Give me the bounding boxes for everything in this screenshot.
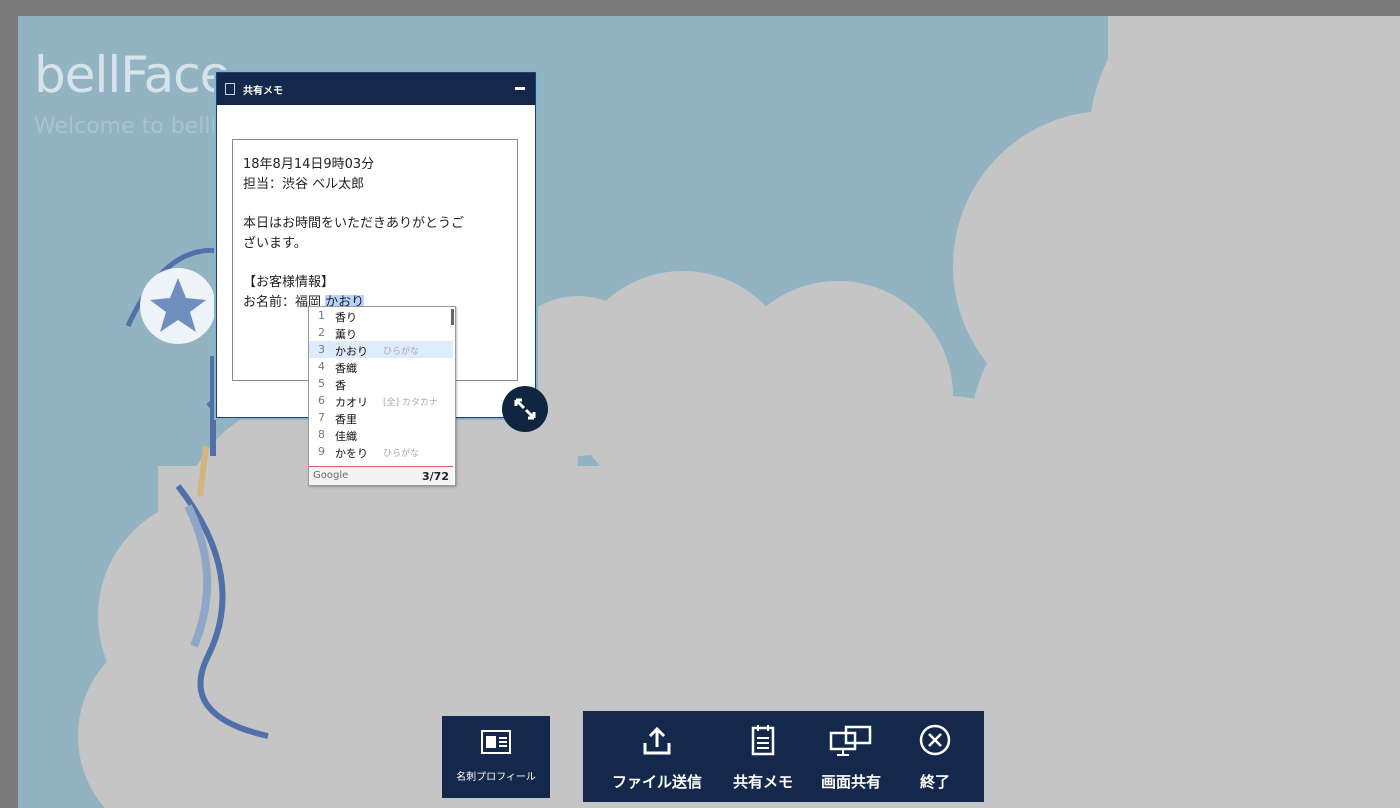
ime-page-indicator: 3/72	[422, 470, 449, 483]
business-card-icon	[481, 730, 511, 754]
brand-logo: bellFace	[34, 46, 230, 104]
upload-icon	[643, 726, 671, 755]
profile-card-button[interactable]: 名刺プロフィール	[442, 716, 550, 798]
shared-memo-label: 共有メモ	[732, 773, 793, 791]
screen-share-label: 画面共有	[820, 773, 881, 791]
ime-candidate[interactable]: 4 香織	[309, 358, 453, 375]
bottom-toolbar: ファイル送信 共有メモ 画面共有 終了	[583, 711, 984, 802]
ime-candidate[interactable]: 1 香り	[309, 307, 453, 324]
ime-candidate[interactable]: 5香	[309, 375, 453, 392]
ime-candidate[interactable]: 7 香里	[309, 409, 453, 426]
ime-scrollbar[interactable]	[451, 309, 454, 325]
ime-candidate[interactable]: 6 カオリ [全] カタカナ	[309, 392, 453, 409]
expand-icon	[514, 398, 536, 420]
memo-line: 【お客様情報】	[243, 275, 335, 290]
ime-candidate[interactable]: 2 薫り	[309, 324, 453, 341]
memo-line: 本日はお時間をいただきありがとうご	[243, 216, 465, 231]
memo-title: 共有メモ	[243, 86, 283, 97]
ime-source: Google	[313, 470, 349, 481]
profile-card-label: 名刺プロフィール	[456, 772, 536, 783]
shared-memo-button[interactable]: 共有メモ	[723, 711, 803, 802]
ime-footer: Google 3/72	[309, 466, 453, 485]
file-send-button[interactable]: ファイル送信	[599, 711, 715, 802]
ime-candidate[interactable]: 8 佳織	[309, 426, 453, 443]
close-circle-icon	[919, 724, 951, 756]
ime-candidate[interactable]: 9 かをり ひらがな	[309, 443, 453, 460]
memo-line: 18年8月14日9時03分	[243, 157, 375, 172]
memo-line: ざいます。	[243, 236, 307, 251]
file-send-label: ファイル送信	[611, 773, 702, 791]
screen-share-icon	[829, 725, 872, 756]
memo-line: 担当：渋谷 ベル太郎	[243, 177, 365, 192]
end-button[interactable]: 終了	[899, 711, 971, 802]
notepad-icon	[751, 725, 775, 756]
expand-button[interactable]	[502, 386, 548, 432]
minimize-icon[interactable]	[515, 87, 525, 90]
screen-share-button[interactable]: 画面共有	[811, 711, 891, 802]
ime-candidate-selected[interactable]: 3 かおり ひらがな	[309, 341, 453, 358]
end-label: 終了	[919, 773, 950, 791]
document-icon	[225, 83, 235, 95]
ime-candidate-window: 1 香り 2 薫り 3 かおり ひらがな 4 香織 5香 6 カオリ [全] カタカナ 7 香里…	[308, 306, 456, 486]
memo-header[interactable]: 共有メモ	[217, 73, 535, 105]
